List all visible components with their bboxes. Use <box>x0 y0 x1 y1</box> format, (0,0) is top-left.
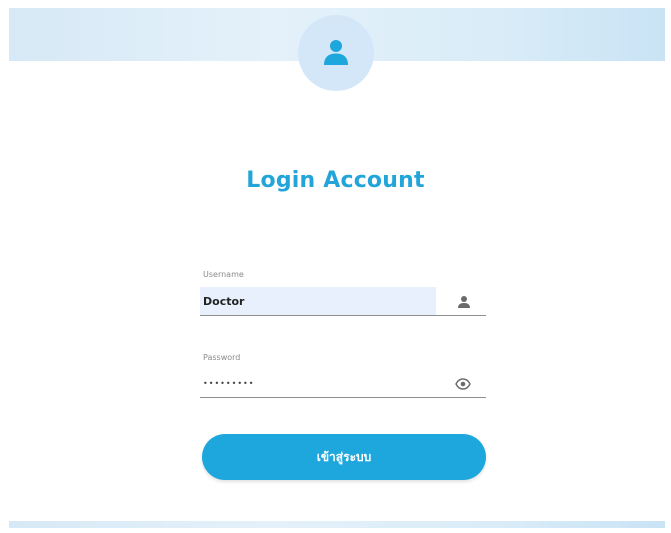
eye-icon[interactable] <box>455 376 471 392</box>
person-icon <box>458 296 470 308</box>
username-input[interactable] <box>200 287 436 315</box>
avatar <box>298 15 374 91</box>
username-label: Username <box>203 270 244 279</box>
login-button[interactable]: เข้าสู่ระบบ <box>202 434 486 480</box>
password-label: Password <box>203 353 241 362</box>
user-icon <box>324 40 348 65</box>
page-title: Login Account <box>246 168 425 193</box>
password-input[interactable] <box>200 370 436 396</box>
username-underline <box>200 315 486 316</box>
password-underline <box>200 397 486 398</box>
